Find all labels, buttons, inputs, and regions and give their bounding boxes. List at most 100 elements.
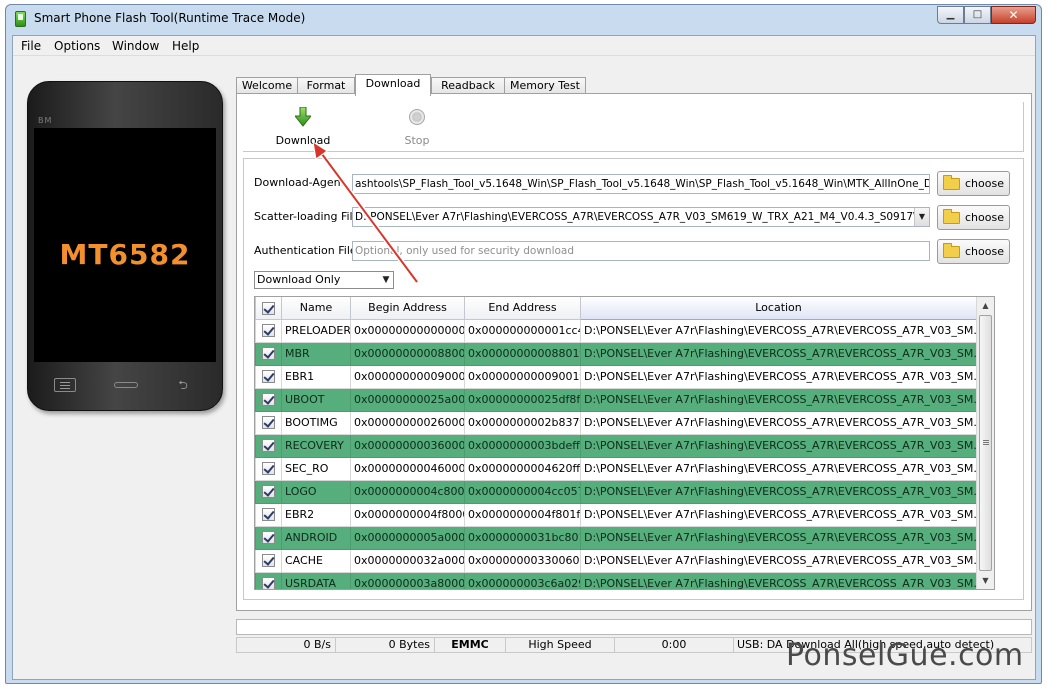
status-bytes: 0 Bytes	[335, 637, 435, 653]
cell-location: D:\PONSEL\Ever A7r\Flashing\EVERCOSS_A7R…	[580, 433, 977, 458]
cell-end-address: 0x000000000001cc47	[464, 318, 581, 343]
row-checkbox[interactable]	[255, 410, 282, 435]
cell-end-address: 0x00000000025df8f3	[464, 387, 581, 412]
folder-icon	[943, 209, 960, 224]
row-checkbox[interactable]	[255, 548, 282, 573]
table-row[interactable]: RECOVERY0x00000000036000000x0000000003bd…	[255, 433, 977, 458]
choose-label: choose	[965, 177, 1004, 190]
cell-end-address: 0x0000000033006093	[464, 548, 581, 573]
table-row[interactable]: CACHE0x0000000032a000000x000000003300609…	[255, 548, 977, 573]
cell-location: D:\PONSEL\Ever A7r\Flashing\EVERCOSS_A7R…	[580, 456, 977, 481]
table-row[interactable]: SEC_RO0x00000000046000000x0000000004620f…	[255, 456, 977, 481]
menu-options[interactable]: Options	[54, 39, 100, 53]
column-header-begin-address[interactable]: Begin Address	[350, 297, 465, 320]
row-checkbox[interactable]	[255, 456, 282, 481]
choose-label: choose	[965, 211, 1004, 224]
row-checkbox[interactable]	[255, 525, 282, 550]
stop-button-label: Stop	[404, 134, 430, 147]
cell-begin-address: 0x0000000000000000	[350, 318, 465, 343]
client-area: File Options Window Help BM MT6582 ⮌ Wel…	[12, 35, 1036, 680]
scatter-file-combo[interactable]: D:\PONSEL\Ever A7r\Flashing\EVERCOSS_A7R…	[352, 207, 930, 227]
row-checkbox[interactable]	[255, 341, 282, 366]
cell-begin-address: 0x0000000004f80000	[350, 502, 465, 527]
row-checkbox[interactable]	[255, 502, 282, 527]
scroll-thumb[interactable]	[979, 315, 992, 571]
stop-button[interactable]: Stop	[387, 107, 447, 147]
cell-name: MBR	[281, 341, 351, 366]
table-row[interactable]: ANDROID0x0000000005a000000x0000000031bc8…	[255, 525, 977, 550]
tab-download[interactable]: Download	[355, 74, 431, 96]
cell-location: D:\PONSEL\Ever A7r\Flashing\EVERCOSS_A7R…	[580, 548, 977, 573]
table-row[interactable]: PRELOADER0x00000000000000000x00000000000…	[255, 318, 977, 343]
row-checkbox[interactable]	[255, 571, 282, 589]
cell-begin-address: 0x0000000004600000	[350, 456, 465, 481]
table-row[interactable]: USRDATA0x000000003a8000000x000000003c6a0…	[255, 571, 977, 589]
column-header-location[interactable]: Location	[580, 297, 977, 320]
table-row[interactable]: BOOTIMG0x00000000026000000x0000000002b83…	[255, 410, 977, 435]
scroll-up-icon[interactable]: ▲	[977, 297, 994, 314]
choose-scatter-button[interactable]: choose	[937, 205, 1010, 230]
cell-name: ANDROID	[281, 525, 351, 550]
menu-file[interactable]: File	[21, 39, 41, 53]
auth-file-field[interactable]: Optional, only used for security downloa…	[352, 241, 930, 261]
row-checkbox[interactable]	[255, 364, 282, 389]
cell-name: BOOTIMG	[281, 410, 351, 435]
cell-begin-address: 0x0000000003600000	[350, 433, 465, 458]
cell-begin-address: 0x0000000004c80000	[350, 479, 465, 504]
download-toolbar: Download Stop	[243, 102, 1024, 152]
row-checkbox[interactable]	[255, 479, 282, 504]
chip-model-label: MT6582	[59, 238, 191, 271]
table-row[interactable]: LOGO0x0000000004c800000x0000000004cc0577…	[255, 479, 977, 504]
stop-circle-icon	[409, 109, 425, 125]
phone-back-key-icon: ⮌	[178, 378, 188, 392]
column-header-name[interactable]: Name	[281, 297, 351, 320]
table-row[interactable]: MBR0x00000000008800000x00000000008801ffD…	[255, 341, 977, 366]
row-checkbox[interactable]	[255, 433, 282, 458]
cell-location: D:\PONSEL\Ever A7r\Flashing\EVERCOSS_A7R…	[580, 410, 977, 435]
download-agent-field[interactable]: ashtools\SP_Flash_Tool_v5.1648_Win\SP_Fl…	[352, 174, 930, 194]
cell-name: USRDATA	[281, 571, 351, 589]
close-button[interactable]: ✕	[991, 6, 1036, 24]
status-storage: EMMC	[434, 637, 506, 653]
maximize-button[interactable]: □	[964, 6, 991, 24]
table-row[interactable]: EBR2 0x0000000004f80000 0x0000000004f801ff…	[255, 502, 977, 527]
cell-end-address: 0x0000000004620fff	[464, 456, 581, 481]
minimize-button[interactable]: ▁	[937, 6, 964, 24]
cell-name: PRELOADER	[281, 318, 351, 343]
watermark: PonselGue.com	[786, 638, 1024, 673]
download-mode-select[interactable]: Download Only ▼	[254, 271, 394, 289]
cell-begin-address: 0x0000000002600000	[350, 410, 465, 435]
choose-auth-button[interactable]: choose	[937, 239, 1010, 264]
cell-name: LOGO	[281, 479, 351, 504]
download-button-label: Download	[275, 134, 331, 147]
menu-window[interactable]: Window	[112, 39, 159, 53]
menu-help[interactable]: Help	[172, 39, 199, 53]
status-speed: 0 B/s	[236, 637, 336, 653]
scatter-file-label: Scatter-loading File	[254, 210, 360, 223]
cell-location: D:\PONSEL\Ever A7r\Flashing\EVERCOSS_A7R…	[580, 387, 977, 412]
choose-download-agent-button[interactable]: choose	[937, 171, 1010, 196]
row-checkbox[interactable]	[255, 318, 282, 343]
table-scrollbar[interactable]: ▲ ▼	[976, 297, 994, 589]
download-button[interactable]: Download	[273, 107, 333, 147]
choose-label: choose	[965, 245, 1004, 258]
select-all-checkbox[interactable]	[255, 297, 282, 320]
column-header-end-address[interactable]: End Address	[464, 297, 581, 320]
row-checkbox[interactable]	[255, 387, 282, 412]
chevron-down-icon[interactable]: ▼	[379, 272, 393, 288]
cell-begin-address: 0x0000000000900000	[350, 364, 465, 389]
chevron-down-icon[interactable]: ▼	[914, 208, 929, 226]
table-row[interactable]: UBOOT0x00000000025a00000x00000000025df8f…	[255, 387, 977, 412]
download-tab-panel: Download Stop Download-Agent ashtools\SP…	[236, 93, 1032, 611]
cell-location: D:\PONSEL\Ever A7r\Flashing\EVERCOSS_A7R…	[580, 341, 977, 366]
cell-begin-address: 0x0000000032a00000	[350, 548, 465, 573]
table-row[interactable]: EBR10x00000000009000000x00000000009001ff…	[255, 364, 977, 389]
cell-location: D:\PONSEL\Ever A7r\Flashing\EVERCOSS_A7R…	[580, 479, 977, 504]
partition-table: Name Begin Address End Address Location …	[254, 296, 995, 590]
cell-location: D:\PONSEL\Ever A7r\Flashing\EVERCOSS_A7R…	[580, 502, 977, 527]
cell-name: EBR1	[281, 364, 351, 389]
scroll-down-icon[interactable]: ▼	[977, 572, 994, 589]
cell-end-address: 0x0000000002b837ff	[464, 410, 581, 435]
window-title: Smart Phone Flash Tool(Runtime Trace Mod…	[34, 11, 306, 25]
title-bar[interactable]: Smart Phone Flash Tool(Runtime Trace Mod…	[6, 5, 1041, 33]
